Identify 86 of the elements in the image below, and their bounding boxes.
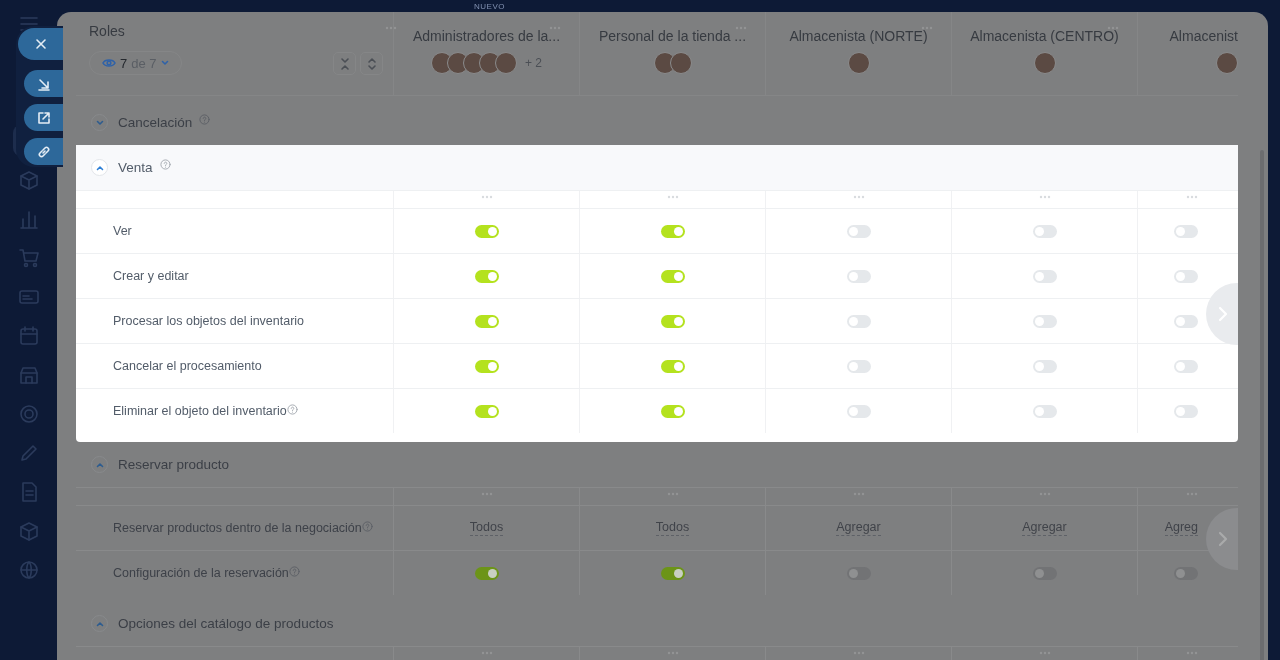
toggle-switch[interactable] — [660, 359, 685, 373]
permission-label: Procesar los objetos del inventario — [113, 313, 305, 329]
chevron-icon — [95, 620, 104, 627]
toggle-switch[interactable] — [474, 314, 499, 328]
collapse-all-button[interactable] — [333, 52, 356, 75]
toggle-switch[interactable] — [846, 404, 871, 418]
more-icon — [666, 195, 679, 199]
more-icon — [852, 195, 865, 199]
open-button[interactable] — [24, 104, 63, 131]
role-name[interactable]: Almacenista (CENTRO) — [970, 28, 1119, 44]
toggle-switch[interactable] — [1032, 314, 1057, 328]
chevron-icon — [95, 119, 104, 126]
toggle-switch[interactable] — [1174, 224, 1198, 238]
target-icon — [17, 402, 40, 425]
chevron-icon — [95, 164, 104, 171]
avatar — [495, 52, 517, 74]
external-link-icon — [35, 109, 52, 126]
expand-icon — [365, 56, 378, 71]
chevron-icon — [95, 461, 104, 468]
column-title: Roles — [89, 23, 125, 39]
toggle-switch[interactable] — [1032, 566, 1057, 580]
toggle-switch[interactable] — [1174, 314, 1198, 328]
toggle-switch[interactable] — [846, 566, 871, 580]
permission-label: Cancelar el procesamiento — [113, 358, 262, 374]
role-name[interactable]: Personal de la tienda ... — [598, 28, 747, 44]
avatar — [1033, 52, 1056, 74]
expand-all-button[interactable] — [360, 52, 383, 75]
toggle-switch[interactable] — [474, 566, 499, 580]
section-title: Opciones del catálogo de productos — [118, 616, 334, 631]
access-level-dropdown[interactable]: Agreg — [1164, 520, 1198, 536]
permission-label: Configuración de la reservación — [113, 565, 301, 581]
toggle-switch[interactable] — [1032, 224, 1057, 238]
toggle-switch[interactable] — [474, 224, 499, 238]
toggle-switch[interactable] — [1032, 404, 1057, 418]
section-title: Venta — [118, 160, 153, 175]
toggle-switch[interactable] — [660, 269, 685, 283]
section-title: Reservar producto — [118, 457, 230, 472]
permission-label: Reservar productos dentro de la negociación — [113, 520, 374, 536]
chevron-down-icon — [160, 60, 169, 66]
access-level-dropdown[interactable]: Todos — [655, 520, 690, 536]
toggle-switch[interactable] — [1032, 269, 1057, 283]
toggle-switch[interactable] — [846, 224, 871, 238]
toggle-switch[interactable] — [846, 359, 871, 373]
arrow-button[interactable] — [24, 70, 63, 97]
box-icon — [17, 168, 40, 191]
access-level-dropdown[interactable]: Agregar — [1022, 520, 1067, 536]
toggle-switch[interactable] — [1032, 359, 1057, 373]
chevron-right-icon — [1218, 531, 1228, 547]
toggle-switch[interactable] — [474, 359, 499, 373]
access-level-dropdown[interactable]: Todos — [469, 520, 504, 536]
link-button[interactable] — [24, 138, 63, 165]
access-level-dropdown[interactable]: Agregar — [836, 520, 881, 536]
toggle-switch[interactable] — [1174, 359, 1198, 373]
eye-icon — [102, 58, 116, 68]
role-name[interactable]: Administradores de la... — [412, 28, 561, 44]
toggle-switch[interactable] — [660, 566, 685, 580]
toggle-switch[interactable] — [846, 314, 871, 328]
toggle-switch[interactable] — [660, 314, 685, 328]
permission-label: Ver — [113, 223, 132, 239]
permission-label: Crear y editar — [113, 268, 189, 284]
avatar — [1216, 52, 1238, 74]
link-icon — [35, 143, 52, 160]
toggle-switch[interactable] — [846, 269, 871, 283]
box-icon — [17, 519, 40, 542]
more-icon — [1186, 195, 1198, 199]
toggle-switch[interactable] — [474, 404, 499, 418]
role-name[interactable]: Almacenist — [1169, 28, 1238, 44]
toggle-switch[interactable] — [660, 404, 685, 418]
toggle-switch[interactable] — [1174, 404, 1198, 418]
toggle-switch[interactable] — [1174, 566, 1198, 580]
new-label: NUEVO — [474, 2, 505, 11]
role-name[interactable]: Almacenista (NORTE) — [789, 28, 928, 44]
toggle-switch[interactable] — [660, 224, 685, 238]
calendar-icon — [17, 324, 40, 347]
permission-label: Eliminar el objeto del inventario — [113, 403, 299, 419]
toggle-switch[interactable] — [474, 269, 499, 283]
more-icon — [1038, 195, 1051, 199]
section-title: Cancelación — [118, 115, 193, 130]
collapse-icon — [338, 56, 351, 71]
more-icon — [480, 195, 493, 199]
close-button[interactable] — [18, 28, 63, 60]
avatar — [669, 52, 692, 74]
toggle-switch[interactable] — [1174, 269, 1198, 283]
cart-icon — [17, 246, 40, 269]
globe-icon — [17, 558, 40, 581]
avatar — [847, 52, 870, 74]
